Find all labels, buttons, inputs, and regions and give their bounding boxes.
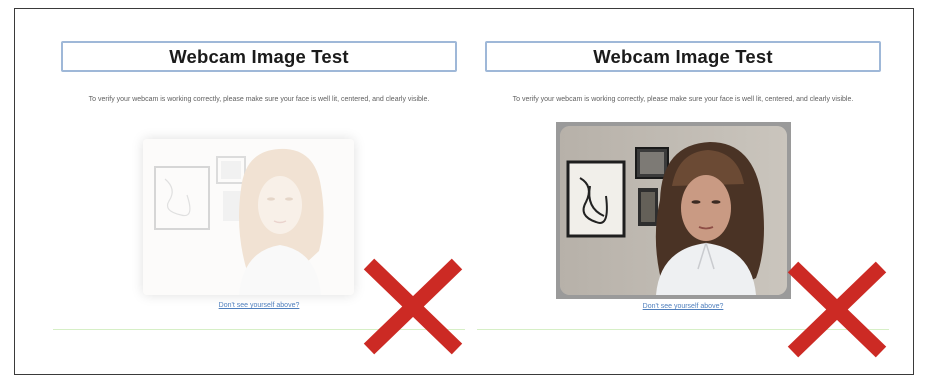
comparison-frame: Webcam Image Test To verify your webcam … <box>14 8 914 375</box>
page-title: Webcam Image Test <box>593 45 773 67</box>
x-mark-icon <box>363 258 463 355</box>
webcam-image <box>560 126 787 295</box>
webcam-image <box>143 139 354 295</box>
webcam-test-panel-right: Webcam Image Test To verify your webcam … <box>477 9 889 374</box>
title-box: Webcam Image Test <box>485 41 881 72</box>
instructions-text: To verify your webcam is working correct… <box>88 96 430 103</box>
webcam-preview-good <box>556 122 791 299</box>
title-box: Webcam Image Test <box>61 41 457 72</box>
x-mark-icon <box>787 261 887 358</box>
webcam-test-panel-left: Webcam Image Test To verify your webcam … <box>53 9 465 374</box>
page-title: Webcam Image Test <box>169 45 349 67</box>
instructions-text: To verify your webcam is working correct… <box>512 96 854 103</box>
webcam-preview-overexposed <box>143 139 354 295</box>
